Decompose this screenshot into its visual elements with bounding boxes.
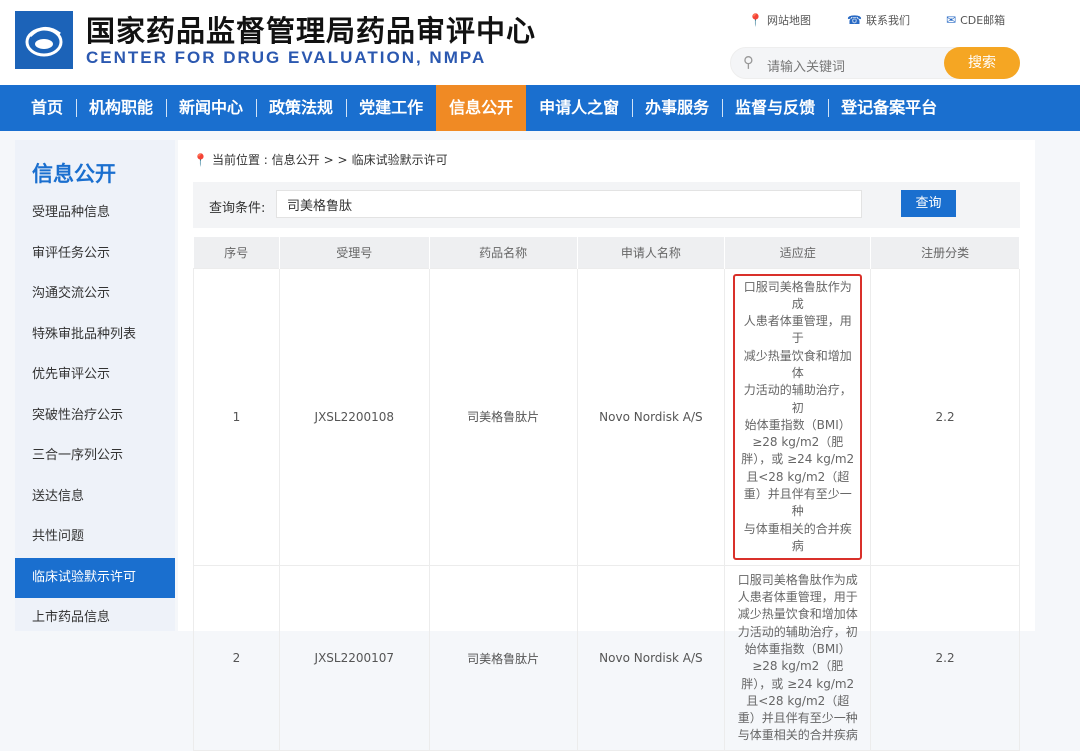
site-title-cn: 国家药品监督管理局药品审评中心	[86, 14, 537, 48]
table-row[interactable]: 1 JXSL2200108 司美格鲁肽片 Novo Nordisk A/S 口服…	[193, 267, 1020, 567]
logo-emblem-icon	[25, 27, 63, 57]
main-nav: 首页 机构职能 新闻中心 政策法规 党建工作 信息公开 申请人之窗 办事服务 监…	[0, 85, 1080, 131]
phone-icon: ☎	[847, 13, 862, 27]
mail-label: CDE邮箱	[960, 14, 1006, 27]
sidebar-item[interactable]: 沟通交流公示	[15, 274, 175, 314]
nav-services[interactable]: 办事服务	[632, 85, 722, 131]
search-button[interactable]: 搜索	[944, 47, 1020, 79]
breadcrumb: 📍 当前位置 : 信息公开 > > 临床试验默示许可	[193, 151, 448, 168]
cde-logo[interactable]	[15, 11, 73, 69]
nav-news[interactable]: 新闻中心	[166, 85, 256, 131]
contact-label: 联系我们	[865, 14, 910, 27]
nav-home[interactable]: 首页	[18, 85, 76, 131]
nav-info-disclosure[interactable]: 信息公开	[436, 85, 527, 131]
cell-applicant: Novo Nordisk A/S	[576, 565, 726, 751]
col-header: 适应症	[724, 237, 872, 268]
nav-policy[interactable]: 政策法规	[256, 85, 346, 131]
sidebar-item[interactable]: 受理品种信息	[15, 193, 175, 233]
mail-link[interactable]: ✉ CDE邮箱	[946, 12, 1005, 28]
table-header: 序号 受理号 药品名称 申请人名称 适应症 注册分类	[193, 237, 1020, 268]
col-header: 药品名称	[429, 237, 578, 268]
sidebar-item[interactable]: 特殊审批品种列表	[15, 315, 175, 355]
cell-indication: 口服司美格鲁肽作为成 人患者体重管理，用于 减少热量饮食和增加体 力活动的辅助治…	[724, 267, 872, 567]
search-input[interactable]: 请输入关键词	[767, 56, 845, 75]
col-header: 申请人名称	[577, 237, 726, 268]
nav-applicant[interactable]: 申请人之窗	[526, 85, 632, 131]
breadcrumb-separator: > >	[323, 152, 348, 167]
sidebar-item[interactable]: 突破性治疗公示	[15, 396, 175, 436]
col-header: 序号	[193, 237, 280, 268]
location-pin-icon: 📍	[193, 152, 208, 167]
contact-link[interactable]: ☎ 联系我们	[847, 12, 910, 28]
sidebar-item-active[interactable]: 临床试验默示许可	[15, 558, 175, 598]
breadcrumb-current: 临床试验默示许可	[351, 153, 448, 167]
site-search: ⚲ 请输入关键词 搜索	[730, 47, 1020, 79]
nav-feedback[interactable]: 监督与反馈	[722, 85, 828, 131]
breadcrumb-parent[interactable]: 当前位置 : 信息公开	[212, 151, 320, 168]
sidebar-item[interactable]: 送达信息	[15, 477, 175, 517]
sitemap-link[interactable]: 📍 网站地图	[748, 12, 811, 28]
sidebar-item[interactable]: 审评任务公示	[15, 234, 175, 274]
query-input[interactable]	[276, 190, 862, 218]
cell-drug-name: 司美格鲁肽片	[428, 267, 578, 567]
results-table: 序号 受理号 药品名称 申请人名称 适应症 注册分类 1 JXSL2200108…	[193, 237, 1020, 751]
sitemap-label: 网站地图	[766, 14, 811, 27]
sidebar-item[interactable]: 共性问题	[15, 517, 175, 557]
nav-functions[interactable]: 机构职能	[76, 85, 166, 131]
cell-applicant: Novo Nordisk A/S	[576, 267, 726, 567]
mail-icon: ✉	[946, 13, 957, 27]
site-title-en: CENTER FOR DRUG EVALUATION, NMPA	[86, 48, 487, 67]
search-icon: ⚲	[743, 53, 754, 71]
site-header: 国家药品监督管理局药品审评中心 CENTER FOR DRUG EVALUATI…	[0, 0, 1080, 85]
table-row[interactable]: 2 JXSL2200107 司美格鲁肽片 Novo Nordisk A/S 口服…	[193, 565, 1020, 751]
map-pin-icon: 📍	[748, 13, 763, 27]
col-header: 受理号	[279, 237, 430, 268]
query-label: 查询条件:	[209, 201, 266, 216]
sidebar-title: 信息公开	[32, 162, 116, 186]
cell-drug-name: 司美格鲁肽片	[428, 565, 578, 751]
sidebar-item[interactable]: 三合一序列公示	[15, 436, 175, 476]
highlighted-indication: 口服司美格鲁肽作为成 人患者体重管理，用于 减少热量饮食和增加体 力活动的辅助治…	[733, 273, 863, 561]
nav-party[interactable]: 党建工作	[346, 85, 436, 131]
cell-category: 2.2	[870, 565, 1020, 751]
query-bar: 查询条件: 查询	[193, 182, 1020, 228]
sidebar: 信息公开 受理品种信息 审评任务公示 沟通交流公示 特殊审批品种列表 优先审评公…	[15, 140, 175, 631]
cell-acceptance-no: JXSL2200107	[278, 565, 430, 751]
nav-registration[interactable]: 登记备案平台	[828, 85, 950, 131]
cell-indication: 口服司美格鲁肽作为成 人患者体重管理，用于 减少热量饮食和增加体 力活动的辅助治…	[724, 565, 872, 751]
cell-category: 2.2	[870, 267, 1020, 567]
cell-index: 2	[193, 565, 280, 751]
sidebar-item[interactable]: 上市药品信息	[15, 598, 175, 638]
cell-acceptance-no: JXSL2200108	[278, 267, 430, 567]
cell-index: 1	[193, 267, 280, 567]
col-header: 注册分类	[870, 237, 1020, 268]
query-button[interactable]: 查询	[901, 190, 956, 217]
sidebar-item[interactable]: 优先审评公示	[15, 355, 175, 395]
